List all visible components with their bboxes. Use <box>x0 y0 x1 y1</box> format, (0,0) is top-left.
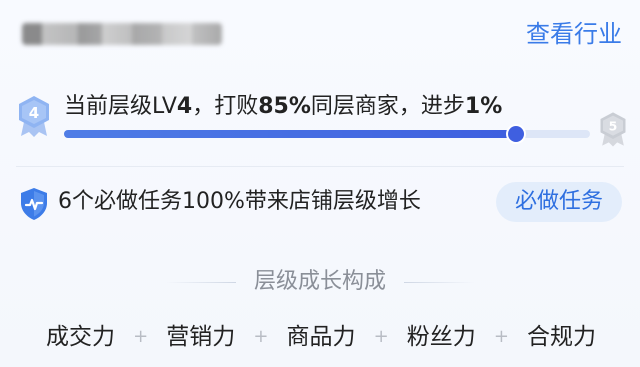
redacted-shop-name-block <box>22 23 222 45</box>
view-industry-link[interactable]: 查看行业 <box>526 18 622 50</box>
beat-percent: 85% <box>258 94 311 119</box>
factor-product[interactable]: 商品力 <box>287 320 356 354</box>
progress-delta: 1% <box>464 94 503 119</box>
plus-icon: + <box>253 326 269 347</box>
level-progress-fill <box>64 130 517 138</box>
growth-factors-row: 成交力 + 营销力 + 商品力 + 粉丝力 + 合规力 <box>46 318 596 356</box>
level-progress-row: 4 当前层级LV4，打败85%同层商家，进步1% 5 <box>16 92 628 152</box>
card-header: 查看行业 <box>22 18 622 52</box>
factor-transaction[interactable]: 成交力 <box>46 320 115 354</box>
required-tasks-text: 6个必做任务100%带来店铺层级增长 <box>58 189 421 214</box>
title-line-left <box>165 281 236 283</box>
required-tasks-row: 6个必做任务100%带来店铺层级增长 必做任务 <box>16 180 624 226</box>
level-mid-text-2: 同层商家，进步 <box>310 94 465 119</box>
plus-icon: + <box>133 326 149 347</box>
growth-section-title: 层级成长构成 <box>253 269 386 294</box>
level-progress-knob <box>508 126 525 142</box>
level-mid-text: ，打败 <box>192 94 259 119</box>
current-level-badge-icon: 4 <box>16 94 52 138</box>
section-divider <box>16 166 624 167</box>
plus-icon: + <box>373 326 389 347</box>
shop-level-card: 查看行业 4 当前层级LV4，打败85%同层商家，进步1% 5 6个必做任务10… <box>0 0 640 367</box>
growth-section-header: 层级成长构成 <box>0 264 640 300</box>
factor-compliance[interactable]: 合规力 <box>527 320 596 354</box>
level-progress-bar <box>64 126 590 142</box>
next-level-badge-icon: 5 <box>598 110 634 154</box>
factor-fans[interactable]: 粉丝力 <box>407 320 476 354</box>
shield-check-icon <box>18 187 50 221</box>
next-level-badge-number: 5 <box>609 119 618 134</box>
level-status-text: 当前层级LV4，打败85%同层商家，进步1% <box>64 92 502 122</box>
shop-name-redacted <box>22 20 222 48</box>
current-level-badge-number: 4 <box>29 104 39 122</box>
level-prefix: 当前层级LV <box>64 94 177 119</box>
required-tasks-button[interactable]: 必做任务 <box>496 182 622 222</box>
plus-icon: + <box>493 326 509 347</box>
factor-marketing[interactable]: 营销力 <box>166 320 235 354</box>
title-line-right <box>404 281 474 283</box>
level-value: 4 <box>176 94 193 119</box>
